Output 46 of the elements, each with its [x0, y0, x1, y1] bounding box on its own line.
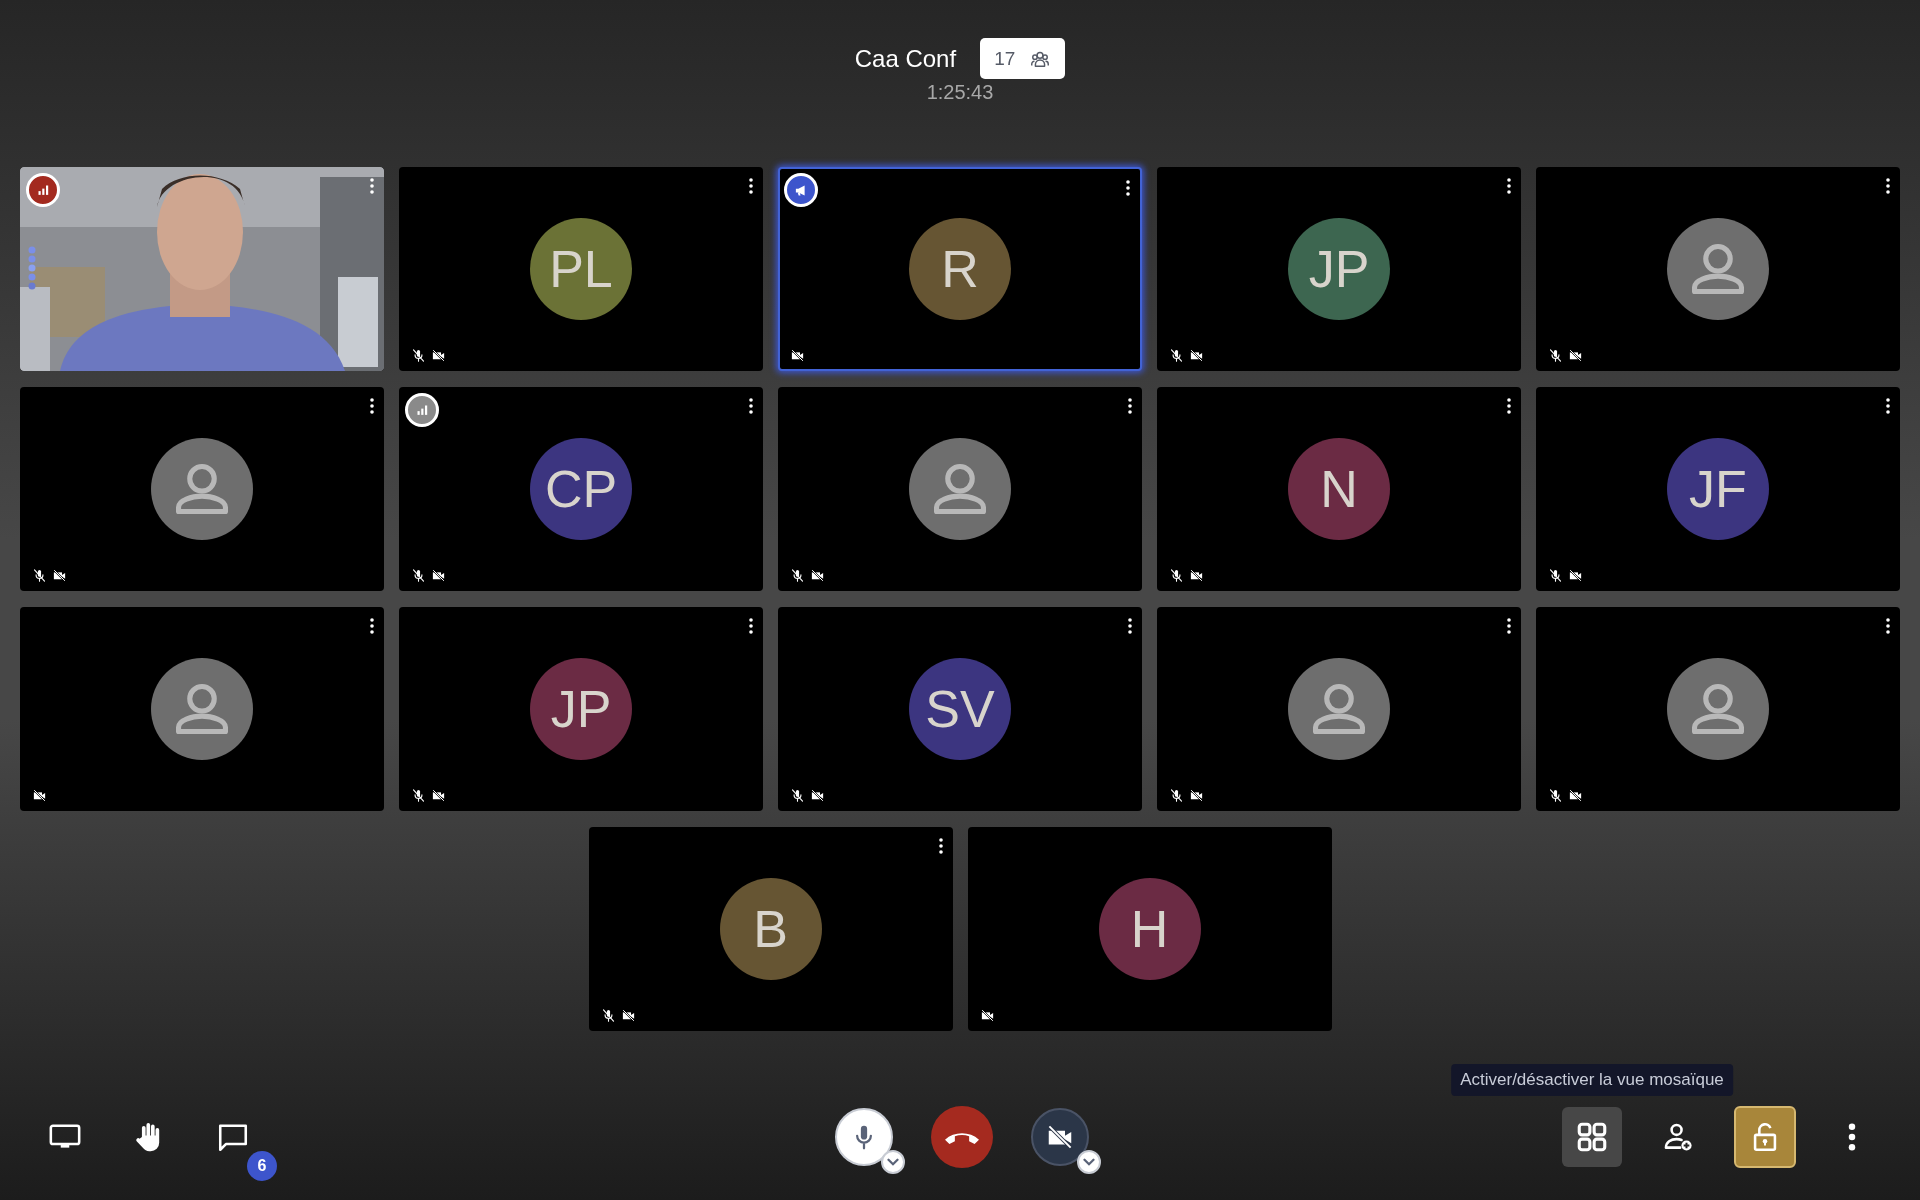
more-icon	[1847, 1123, 1857, 1151]
grid-icon	[1575, 1120, 1609, 1154]
more-icon[interactable]	[1128, 618, 1132, 634]
default-avatar-icon	[1667, 658, 1769, 760]
chevron-icon	[1082, 1156, 1095, 1168]
participant-count: 17	[994, 47, 1016, 70]
more-icon[interactable]	[370, 618, 374, 634]
avatar-initials: R	[909, 218, 1011, 320]
more-icon[interactable]	[1507, 398, 1511, 414]
more-icon[interactable]	[749, 178, 753, 194]
participants-count-button[interactable]: 17	[980, 38, 1066, 79]
options-caret-button[interactable]	[880, 1150, 905, 1174]
more-icon[interactable]	[938, 838, 943, 854]
more-icon[interactable]	[749, 398, 753, 414]
more-icon[interactable]	[1507, 178, 1511, 194]
microphone-button[interactable]	[834, 1108, 893, 1166]
more-icon[interactable]	[1886, 178, 1890, 194]
default-avatar-icon	[151, 658, 253, 760]
more-icon[interactable]	[1886, 398, 1890, 414]
chevron-icon	[886, 1156, 899, 1168]
default-avatar-icon	[151, 438, 253, 540]
avatar-initials: B	[719, 878, 822, 980]
avatar-initials: JF	[1667, 438, 1769, 540]
call-timer: 1:25:43	[926, 81, 994, 104]
more-icon[interactable]	[749, 618, 753, 634]
more-icon[interactable]	[1128, 398, 1132, 414]
options-caret-button[interactable]	[1076, 1150, 1101, 1174]
avatar-initials: JP	[530, 658, 632, 760]
default-avatar-icon	[1667, 218, 1769, 320]
more-icon[interactable]	[370, 398, 374, 414]
default-avatar-icon	[909, 438, 1011, 540]
camera-button[interactable]	[1030, 1108, 1089, 1166]
security-button[interactable]	[1734, 1106, 1796, 1168]
avatar-initials: N	[1288, 438, 1390, 540]
more-icon[interactable]	[1507, 618, 1511, 634]
avatar-initials: H	[1098, 878, 1201, 980]
tooltip: Activer/désactiver la vue mosaïque	[1451, 1064, 1733, 1096]
avatar-initials: SV	[909, 658, 1011, 760]
avatar-initials: PL	[530, 218, 632, 320]
default-avatar-icon	[1288, 658, 1390, 760]
more-icon[interactable]	[1886, 618, 1890, 634]
conference-title: Caa Conf	[854, 44, 957, 73]
avatar-initials: CP	[530, 438, 632, 540]
more-icon[interactable]	[1126, 180, 1130, 196]
unread-count: 6	[247, 1151, 277, 1181]
avatar-initials: JP	[1288, 218, 1390, 320]
